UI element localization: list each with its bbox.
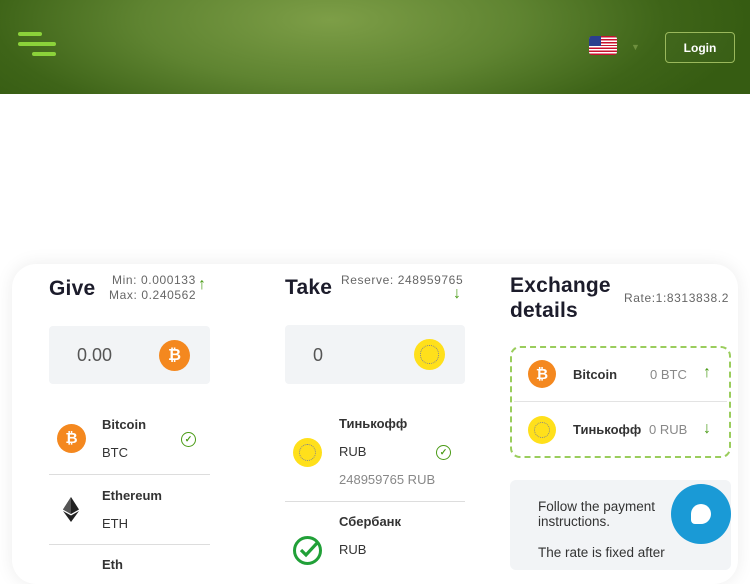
summary-take-amount: 0 RUB <box>649 422 688 437</box>
sberbank-icon <box>293 536 322 565</box>
arrow-up-icon: ↑ <box>198 276 206 293</box>
currency-name: Bitcoin <box>102 417 147 432</box>
give-title: Give <box>49 277 96 300</box>
give-amount-value[interactable]: 0.00 <box>77 345 112 366</box>
check-circle-icon: ✓ <box>436 445 451 460</box>
bitcoin-icon: ₿ <box>159 340 190 371</box>
currency-code: RUB <box>339 444 367 459</box>
divider <box>49 474 210 475</box>
details-title-line1: Exchange <box>510 274 611 297</box>
check-circle-icon: ✓ <box>181 432 196 447</box>
menu-icon[interactable] <box>18 32 58 62</box>
arrow-up-icon: ↑ <box>703 364 711 381</box>
info-line: The rate is fixed after <box>538 545 665 560</box>
tinkoff-icon <box>528 416 556 444</box>
bitcoin-icon: ₿ <box>57 424 86 453</box>
chevron-down-icon[interactable]: ▼ <box>631 42 640 52</box>
site-header: ▼ Login <box>0 0 750 94</box>
divider <box>285 501 465 502</box>
currency-code: BTC <box>102 445 128 460</box>
currency-name: Сбербанк <box>339 514 402 529</box>
currency-code: ETH <box>102 516 128 531</box>
us-flag-icon[interactable] <box>589 36 617 55</box>
ethereum-icon <box>63 497 79 522</box>
tinkoff-icon <box>293 438 322 467</box>
divider <box>49 544 210 545</box>
bitcoin-icon: ₿ <box>528 360 556 388</box>
info-line: Follow the payment <box>538 499 656 514</box>
take-amount-value[interactable]: 0 <box>313 345 323 366</box>
give-min: Min: 0.000133 <box>112 273 196 287</box>
give-max: Max: 0.240562 <box>109 288 197 302</box>
currency-name[interactable]: Eth <box>102 557 123 572</box>
divider <box>514 401 727 402</box>
chat-button[interactable] <box>671 484 731 544</box>
arrow-down-icon: ↓ <box>453 285 461 302</box>
currency-code: RUB <box>339 542 367 557</box>
take-reserve: Reserve: 248959765 <box>341 273 464 287</box>
login-button[interactable]: Login <box>665 32 735 63</box>
take-title: Take <box>285 276 333 299</box>
currency-name: Ethereum <box>102 488 162 503</box>
tinkoff-icon <box>414 339 445 370</box>
arrow-down-icon: ↓ <box>703 420 711 437</box>
currency-name: Тинькофф <box>339 416 408 431</box>
summary-give-amount: 0 BTC <box>650 367 687 382</box>
summary-take-name: Тинькофф <box>573 422 642 437</box>
currency-reserve: 248959765 RUB <box>339 472 436 487</box>
exchange-rate: Rate:1:8313838.2 <box>624 291 730 305</box>
summary-give-name: Bitcoin <box>573 367 618 382</box>
chat-bubble-icon <box>691 504 711 524</box>
details-title-line2: details <box>510 299 578 322</box>
info-line: instructions. <box>538 514 611 529</box>
